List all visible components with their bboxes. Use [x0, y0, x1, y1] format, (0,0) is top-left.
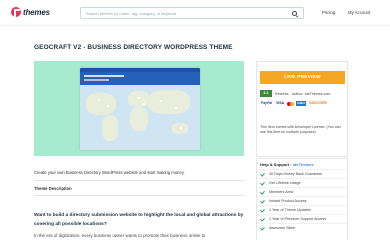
- list-item: 1 Year of Theme Updates: [257, 205, 347, 214]
- support-item-label: Get Lifetime Usage: [269, 181, 301, 185]
- search-placeholder: Search themes by name, tag, category, or…: [86, 11, 177, 16]
- check-icon: [260, 226, 265, 230]
- preview-screenshot: [80, 68, 200, 150]
- description-body: In the era of digitization, every busine…: [34, 233, 206, 238]
- discover-icon: DISCOVER: [309, 101, 327, 105]
- support-brand-link[interactable]: IdeThemes: [293, 162, 314, 167]
- license-note: This Item comes with Developer License. …: [260, 125, 341, 134]
- live-preview-button[interactable]: LIVE PREVIEW: [260, 71, 345, 84]
- check-icon: [260, 217, 265, 221]
- preview-hero-line: [84, 75, 124, 77]
- support-feature-list: 30 Days Money Back Guarantee Get Lifetim…: [257, 169, 347, 232]
- section-divider: [34, 195, 244, 196]
- support-item-label: 1 Year of Premium Support Access: [269, 217, 326, 221]
- map-landmass: [130, 107, 148, 131]
- check-icon: [260, 208, 265, 212]
- section-divider: [34, 180, 244, 181]
- theme-preview-image[interactable]: [34, 61, 244, 156]
- amex-icon: AMEX: [296, 101, 307, 106]
- support-title: Help & Support : IdeThemes: [260, 162, 314, 167]
- list-item: 30 Days Money Back Guarantee: [257, 169, 347, 178]
- theme-description-heading: Theme Description: [34, 186, 72, 191]
- description-lead: Want to build a directory submission web…: [34, 213, 244, 227]
- short-description: Create your own Business Directory WordP…: [34, 170, 185, 175]
- nav-my-account-link[interactable]: My Account: [348, 10, 370, 15]
- support-title-prefix: Help & Support :: [260, 162, 292, 167]
- preview-hero-line: [84, 79, 109, 81]
- site-logo[interactable]: themes: [11, 6, 50, 18]
- logo-text: themes: [23, 7, 50, 17]
- search-input[interactable]: Search themes by name, tag, category, or…: [80, 7, 304, 19]
- payment-methods: PayPal VISA AMEX DISCOVER: [260, 101, 328, 106]
- support-item-label: 30 Days Money Back Guarantee: [269, 172, 323, 176]
- check-icon: [260, 181, 265, 185]
- product-title: GEOCRAFT V2 - BUSINESS DIRECTORY WORDPRE…: [34, 44, 233, 51]
- list-item: Awesome Slider: [257, 223, 347, 232]
- paypal-icon: PayPal: [261, 101, 273, 105]
- reviews-link[interactable]: Reviews: [275, 92, 289, 96]
- check-icon: [260, 190, 265, 194]
- logo-icon: [11, 7, 21, 17]
- map-landmass: [148, 90, 190, 114]
- list-item: Members Area: [257, 187, 347, 196]
- support-item-label: Awesome Slider: [269, 226, 296, 230]
- map-landmass: [102, 115, 118, 141]
- preview-world-map: [80, 85, 200, 150]
- list-item: 1 Year of Premium Support Access: [257, 214, 347, 223]
- map-landmass: [86, 93, 116, 115]
- list-item: Instant Product Access: [257, 196, 347, 205]
- support-card: Help & Support : IdeThemes 30 Days Money…: [256, 158, 348, 240]
- visa-icon: VISA: [276, 101, 285, 105]
- support-item-label: Instant Product Access: [269, 199, 307, 203]
- author-label: Author: IdeThemes.com: [292, 92, 331, 96]
- list-item: Get Lifetime Usage: [257, 178, 347, 187]
- support-item-label: 1 Year of Theme Updates: [269, 208, 311, 212]
- mastercard-icon: [287, 101, 294, 106]
- preview-hero: [80, 72, 200, 85]
- nav-pricing-link[interactable]: Pricing: [322, 10, 335, 15]
- check-icon: [260, 172, 265, 176]
- purchase-card: LIVE PREVIEW 4.1 Reviews Author: IdeThem…: [256, 61, 348, 157]
- search-icon[interactable]: [292, 11, 297, 16]
- top-navigation-bar: themes Search themes by name, tag, categ…: [0, 0, 390, 26]
- check-icon: [260, 199, 265, 203]
- rating-badge: 4.1: [260, 90, 272, 97]
- support-item-label: Members Area: [269, 190, 293, 194]
